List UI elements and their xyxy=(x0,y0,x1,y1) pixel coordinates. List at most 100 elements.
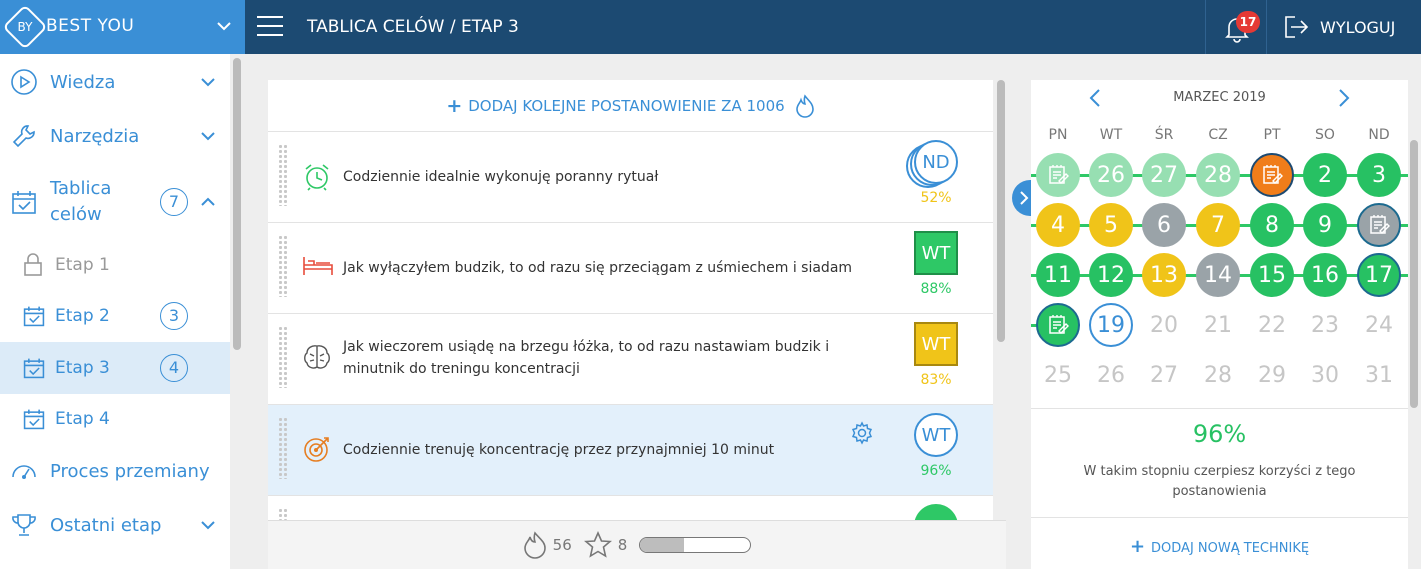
calendar-day[interactable]: 9 xyxy=(1303,203,1347,247)
weekday-label: ŚR xyxy=(1154,127,1174,143)
goal-day-button[interactable]: ND xyxy=(914,140,958,184)
calendar-day[interactable]: 24 xyxy=(1357,303,1401,347)
drag-handle[interactable] xyxy=(278,235,288,297)
drag-handle[interactable] xyxy=(278,144,288,206)
weekday-label: ND xyxy=(1368,127,1390,143)
notification-count-badge: 17 xyxy=(1236,11,1260,33)
level-progress-bar xyxy=(639,537,752,553)
calendar-day[interactable]: 16 xyxy=(1303,253,1347,297)
calendar-day[interactable]: 2 xyxy=(1303,153,1347,197)
goal-item-selected[interactable]: Codziennie trenuję koncentrację przez pr… xyxy=(268,405,993,496)
goal-item-partial[interactable] xyxy=(268,496,993,520)
sidebar-scrollbar[interactable] xyxy=(233,58,241,350)
alarm-clock-icon xyxy=(305,164,329,191)
calendar-scrollbar[interactable] xyxy=(1410,140,1418,408)
chevron-down-icon[interactable] xyxy=(216,18,232,34)
goal-day-button[interactable]: WT xyxy=(914,413,958,457)
brand-menu[interactable]: BY BEST YOU xyxy=(0,0,245,54)
calendar-day[interactable]: 29 xyxy=(1250,353,1294,397)
progress-fill xyxy=(640,538,685,552)
calendar-day[interactable]: 3 xyxy=(1357,153,1401,197)
hamburger-menu-icon[interactable] xyxy=(257,16,283,38)
goals-scrollbar[interactable] xyxy=(997,80,1005,342)
calendar-day[interactable] xyxy=(1357,203,1401,247)
calendar-check-icon xyxy=(23,358,45,379)
calendar-day[interactable]: 11 xyxy=(1036,253,1080,297)
goal-day-button[interactable]: WT xyxy=(914,322,958,366)
divider xyxy=(1031,408,1408,409)
calendar-day[interactable]: 7 xyxy=(1196,203,1240,247)
add-technique-button[interactable]: + DODAJ NOWĄ TECHNIKĘ xyxy=(1031,536,1408,557)
sidebar-item-etap-1[interactable]: Etap 1 xyxy=(0,240,230,290)
calendar-day[interactable]: 23 xyxy=(1303,303,1347,347)
calendar-day[interactable]: 28 xyxy=(1196,153,1240,197)
calendar-day[interactable]: 31 xyxy=(1357,353,1401,397)
weekday-label: WT xyxy=(1099,127,1123,143)
calendar-day[interactable]: 4 xyxy=(1036,203,1080,247)
goal-day-button[interactable] xyxy=(914,504,958,520)
calendar-day[interactable]: 19 xyxy=(1089,303,1133,347)
calendar-day[interactable]: 15 xyxy=(1250,253,1294,297)
goal-text: Jak wieczorem usiądę na brzegu łóżka, to… xyxy=(343,339,830,377)
calendar-day[interactable] xyxy=(1036,303,1080,347)
calendar-day[interactable]: 6 xyxy=(1142,203,1186,247)
goal-percent: 83% xyxy=(920,372,952,388)
drag-handle[interactable] xyxy=(278,326,288,388)
calendar-day[interactable]: 28 xyxy=(1196,353,1240,397)
goal-text: Codziennie idealnie wykonuję poranny ryt… xyxy=(343,169,659,185)
calendar-day[interactable]: 13 xyxy=(1142,253,1186,297)
calendar-check-icon xyxy=(23,409,45,430)
gear-icon[interactable] xyxy=(850,421,874,445)
note-edit-icon xyxy=(1263,165,1283,184)
sidebar-item-ostatni-etap[interactable]: Ostatni etap xyxy=(0,500,230,550)
drag-handle[interactable] xyxy=(278,508,288,520)
sidebar-item-proces-przemiany[interactable]: Proces przemiany xyxy=(0,446,230,496)
calendar-day[interactable]: 14 xyxy=(1196,253,1240,297)
goals-count-badge: 7 xyxy=(160,188,188,216)
logout-icon xyxy=(1285,16,1309,38)
goal-item[interactable]: Jak wieczorem usiądę na brzegu łóżka, to… xyxy=(268,314,993,405)
calendar-day[interactable]: 27 xyxy=(1142,353,1186,397)
calendar-day[interactable]: 25 xyxy=(1036,353,1080,397)
logout-button[interactable]: WYLOGUJ xyxy=(1282,12,1395,42)
sidebar-item-tablica-celow[interactable]: Tablica celów 7 xyxy=(0,170,230,234)
note-edit-icon xyxy=(1049,165,1069,184)
sidebar-item-wiedza[interactable]: Wiedza xyxy=(0,58,230,106)
goals-footer: 56 8 xyxy=(268,520,1006,569)
etap-3-count-badge: 4 xyxy=(160,354,188,382)
sidebar-item-etap-3[interactable]: Etap 3 4 xyxy=(0,342,230,394)
target-icon xyxy=(304,437,329,462)
add-goal-label: DODAJ KOLEJNE POSTANOWIENIE ZA 1006 xyxy=(468,96,785,115)
calendar-day[interactable]: 26 xyxy=(1089,353,1133,397)
calendar-day[interactable]: 5 xyxy=(1089,203,1133,247)
goal-item[interactable]: Codziennie idealnie wykonuję poranny ryt… xyxy=(268,132,993,223)
calendar-day[interactable]: 17 xyxy=(1357,253,1401,297)
brain-icon xyxy=(304,345,330,369)
calendar-day[interactable]: 22 xyxy=(1250,303,1294,347)
goal-percent: 96% xyxy=(920,463,952,479)
sidebar-item-narzedzia[interactable]: Narzędzia xyxy=(0,112,230,160)
add-goal-button[interactable]: + DODAJ KOLEJNE POSTANOWIENIE ZA 1006 xyxy=(268,80,993,132)
goal-item[interactable]: Jak wyłączyłem budzik, to od razu się pr… xyxy=(268,223,993,314)
goal-text: Jak wyłączyłem budzik, to od razu się pr… xyxy=(343,260,853,276)
calendar-day[interactable]: 26 xyxy=(1089,153,1133,197)
calendar-day[interactable] xyxy=(1250,153,1294,197)
calendar-day[interactable]: 20 xyxy=(1142,303,1186,347)
notifications-button[interactable]: 17 xyxy=(1205,0,1267,54)
calendar-day[interactable]: 27 xyxy=(1142,153,1186,197)
chevron-right-icon[interactable] xyxy=(1336,88,1352,108)
calendar-day[interactable]: 30 xyxy=(1303,353,1347,397)
calendar-day[interactable]: 12 xyxy=(1089,253,1133,297)
calendar-day[interactable]: 8 xyxy=(1250,203,1294,247)
drag-handle[interactable] xyxy=(278,417,288,479)
goal-day-button[interactable]: WT xyxy=(914,231,958,275)
calendar-day[interactable]: 21 xyxy=(1196,303,1240,347)
weekday-label: SO xyxy=(1315,127,1335,143)
sidebar-item-etap-4[interactable]: Etap 4 xyxy=(0,394,230,444)
calendar-day[interactable] xyxy=(1036,153,1080,197)
sidebar-item-etap-2[interactable]: Etap 2 3 xyxy=(0,290,230,342)
brand-logo: BY xyxy=(2,4,48,50)
flame-icon xyxy=(795,93,814,118)
weekday-label: PT xyxy=(1263,127,1281,143)
chevron-down-icon xyxy=(201,132,215,141)
